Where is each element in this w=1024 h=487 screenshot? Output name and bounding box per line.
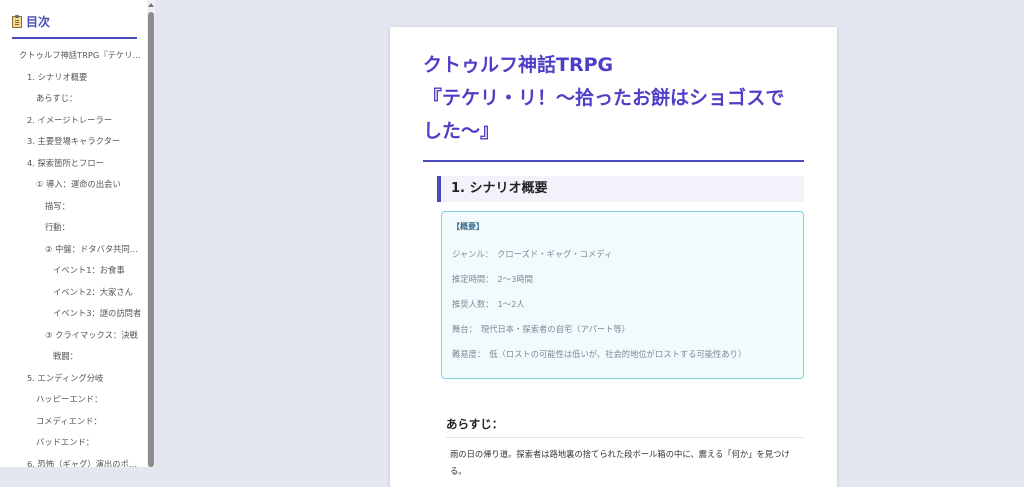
toc-item[interactable]: 戦闘： [0,346,148,368]
overview-value: 1〜2人 [497,299,525,309]
clipboard-icon [12,14,22,28]
toc-item[interactable]: イベント3：謎の訪問者 [0,303,148,325]
toc-item[interactable]: あらすじ： [0,88,148,110]
toc-item[interactable]: 3. 主要登場キャラクター [0,131,148,153]
toc-item[interactable]: イベント1：お食事 [0,260,148,282]
toc-sidebar: 目次 クトゥルフ神話TRPG『テケリ・リ！〜拾ったお餅はショゴスでした〜』1. … [0,0,151,467]
toc-item[interactable]: 行動： [0,217,148,239]
overview-key: 推奨人数： [452,299,494,309]
overview-row-genre: ジャンル： クローズド・ギャグ・コメディ [452,248,612,260]
scroll-up-arrow-icon[interactable] [148,3,154,7]
overview-row-setting: 舞台： 現代日本・探索者の自宅（アパート等） [452,323,630,335]
title-line-2: 『テケリ・リ！〜拾ったお餅はショゴスで [423,87,785,109]
toc-title: 目次 [26,15,51,29]
document-page: クトゥルフ神話TRPG 『テケリ・リ！〜拾ったお餅はショゴスで した〜』 1. … [390,27,837,487]
overview-key: 難易度： [452,349,486,359]
toc-item[interactable]: クトゥルフ神話TRPG『テケリ・リ！〜拾ったお餅はショゴスでした〜』 [0,45,148,67]
overview-value: クローズド・ギャグ・コメディ [497,249,613,259]
overview-label: 【概要】 [452,222,484,231]
toc-divider [12,37,137,39]
overview-key: 舞台： [452,324,477,334]
toc-item[interactable]: ② 中盤：ドタバタ共同生活 [0,239,148,261]
toc-item[interactable]: イベント2：大家さん [0,282,148,304]
overview-key: ジャンル： [452,249,494,259]
toc-item[interactable]: 5. エンディング分岐 [0,368,148,390]
title-divider [423,160,804,162]
overview-box: 【概要】 ジャンル： クローズド・ギャグ・コメディ 推定時間： 2〜3時間 推奨人数… [441,211,804,379]
title-line-3: した〜』 [423,120,500,142]
overview-row-difficulty: 難易度： 低（ロストの可能性は低いが、社会的地位がロストする可能性あり） [452,348,746,360]
overview-value: 2〜3時間 [497,274,533,284]
synopsis-heading: あらすじ： [446,416,804,438]
section-heading-overview: 1. シナリオ概要 [437,176,804,202]
toc-item[interactable]: 描写： [0,196,148,218]
document-title: クトゥルフ神話TRPG 『テケリ・リ！〜拾ったお餅はショゴスで した〜』 [423,49,813,148]
toc-item[interactable]: 1. シナリオ概要 [0,67,148,89]
toc-item[interactable]: コメディエンド： [0,411,148,433]
scrollbar-thumb[interactable] [148,12,154,467]
toc-item[interactable]: 2. イメージトレーラー [0,110,148,132]
toc-item[interactable]: ③ クライマックス：決戦 [0,325,148,347]
toc-header: 目次 [12,13,138,30]
overview-value: 現代日本・探索者の自宅（アパート等） [480,324,631,334]
synopsis-paragraph: 雨の日の帰り道。探索者は路地裏の捨てられた段ボール箱の中に、震える「何か」を見つ… [450,449,790,476]
toc-item[interactable]: ハッピーエンド： [0,389,148,411]
toc-item[interactable]: ① 導入：運命の出会い [0,174,148,196]
toc-item[interactable]: 6. 恐怖（ギャグ）演出のポイント [0,454,148,468]
overview-row-players: 推奨人数： 1〜2人 [452,298,525,310]
overview-row-time: 推定時間： 2〜3時間 [452,273,533,285]
toc-item[interactable]: 4. 探索箇所とフロー [0,153,148,175]
overview-key: 推定時間： [452,274,494,284]
sidebar-scrollbar[interactable] [147,0,155,467]
title-line-1: クトゥルフ神話TRPG [423,54,614,76]
toc-list: クトゥルフ神話TRPG『テケリ・リ！〜拾ったお餅はショゴスでした〜』1. シナリ… [0,45,148,467]
overview-value: 低（ロストの可能性は低いが、社会的地位がロストする可能性あり） [489,349,747,359]
toc-item[interactable]: バッドエンド： [0,432,148,454]
